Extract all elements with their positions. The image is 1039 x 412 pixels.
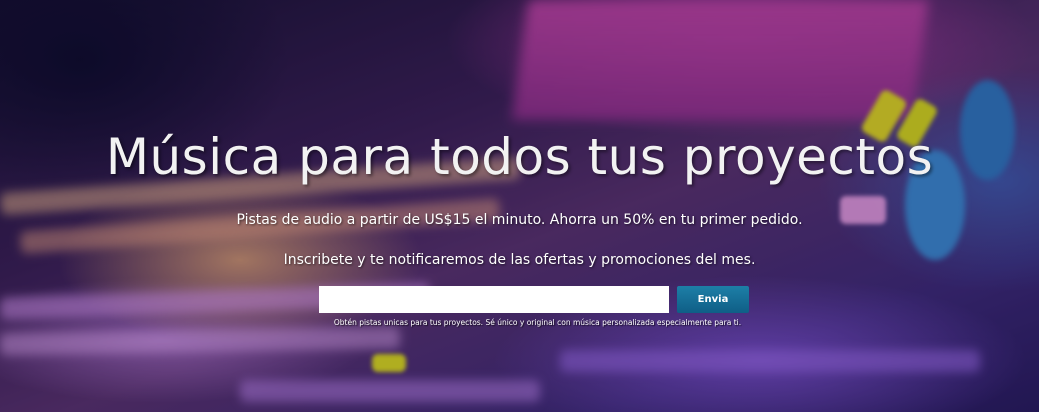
page-title: Música para todos tus proyectos bbox=[105, 128, 934, 186]
signup-call-to-action: Inscribete y te notificaremos de las ofe… bbox=[283, 252, 756, 268]
send-button[interactable]: Envia bbox=[677, 286, 749, 313]
newsletter-form: Envia bbox=[319, 286, 749, 313]
hero-banner: Música para todos tus proyectos Pistas d… bbox=[0, 0, 1039, 412]
pricing-subtitle: Pistas de audio a partir de US$15 el min… bbox=[236, 212, 803, 228]
email-input[interactable] bbox=[319, 286, 669, 313]
signup-disclaimer: Obtén pistas unicas para tus proyectos. … bbox=[333, 318, 742, 327]
hero-content: Música para todos tus proyectos Pistas d… bbox=[0, 0, 1039, 412]
